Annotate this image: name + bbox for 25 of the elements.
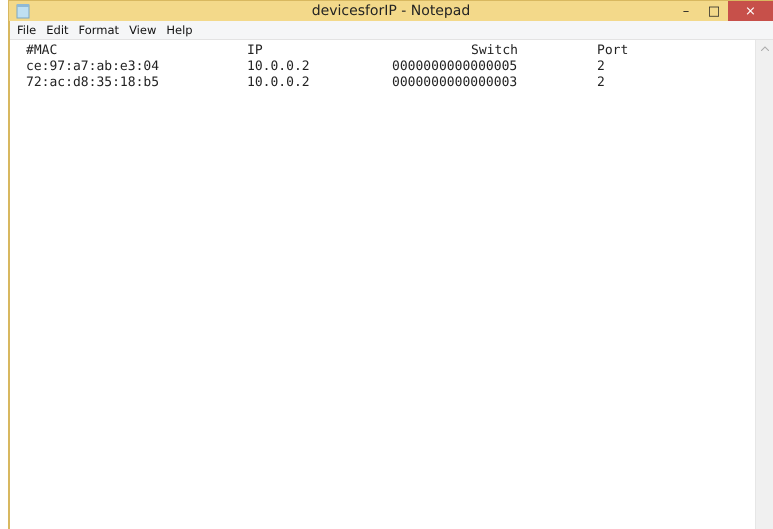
menu-item[interactable]: Edit bbox=[41, 23, 74, 37]
column-heading: #MAC bbox=[26, 43, 58, 59]
minimize-button[interactable]: – bbox=[672, 1, 700, 21]
notepad-icon bbox=[16, 3, 30, 19]
column-heading: IP bbox=[247, 43, 264, 59]
scroll-up-icon[interactable] bbox=[760, 46, 768, 51]
text-cell-text: 72:ac:d8:35:18:b5 bbox=[26, 75, 160, 91]
text-cell-text: 0000000000000005 bbox=[392, 59, 518, 75]
column-heading: Port bbox=[597, 43, 630, 59]
text-cell-text: ce:97:a7:ab:e3:04 bbox=[26, 59, 160, 75]
menu-item[interactable]: Format bbox=[74, 23, 124, 37]
text-cell-text: 2 bbox=[597, 75, 606, 91]
window-title: devicesforIP - Notepad bbox=[312, 3, 470, 19]
menu-item[interactable]: File bbox=[12, 23, 42, 37]
maximize-button[interactable]: □ bbox=[700, 1, 728, 21]
column-heading: Switch bbox=[470, 43, 519, 59]
menu-item[interactable]: Help bbox=[161, 23, 198, 37]
close-button[interactable]: × bbox=[728, 1, 773, 21]
text-area[interactable]: #MAC IP Switch Port ce:97:a7:ab:e3:04 10.0.0.2 0000000000000005 2 72:ac:d8:35:18:b5 10.0.0.2 0000000000000003 2 bbox=[10, 40, 755, 529]
menu-item[interactable]: View bbox=[124, 23, 162, 37]
text-cell-text: 0000000000000003 bbox=[392, 75, 518, 91]
scroll-bar[interactable] bbox=[755, 40, 773, 529]
text-cell-text: 2 bbox=[597, 59, 606, 75]
text-cell-text: 10.0.0.2 bbox=[247, 59, 311, 75]
text-cell-text: 10.0.0.2 bbox=[247, 75, 311, 91]
